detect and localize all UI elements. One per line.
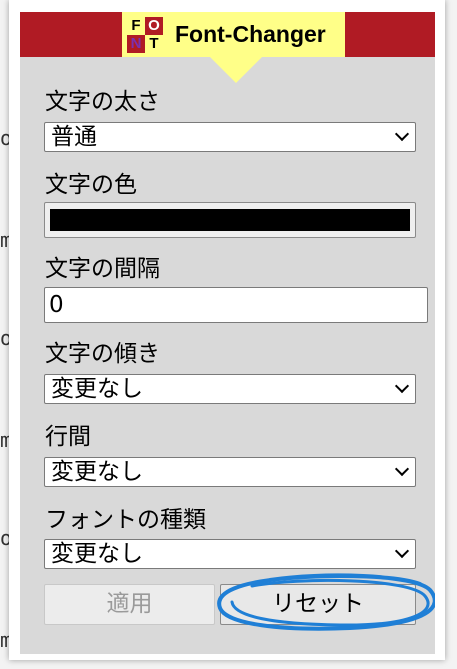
logo-letter: O <box>145 16 163 35</box>
slant-select-value: 変更なし <box>51 376 143 402</box>
slant-label: 文字の傾き <box>45 341 160 367</box>
color-label: 文字の色 <box>45 172 137 198</box>
spacing-label: 文字の間隔 <box>45 256 160 282</box>
weight-select[interactable]: 普通 <box>44 122 416 152</box>
chevron-down-icon <box>394 378 410 394</box>
font-logo-icon: F O N T <box>127 16 163 53</box>
weight-label: 文字の太さ <box>45 89 160 115</box>
font-family-label: フォントの種類 <box>45 507 206 533</box>
reset-button[interactable]: リセット <box>220 584 416 625</box>
color-picker[interactable] <box>44 202 416 238</box>
color-swatch <box>50 209 410 231</box>
title-banner: F O N T Font-Changer <box>122 12 345 57</box>
logo-letter: T <box>145 34 163 53</box>
chevron-down-icon <box>394 461 410 477</box>
settings-panel: F O N T Font-Changer 文字の太さ 普通 文字の色 文字の間隔… <box>20 12 435 654</box>
chevron-down-icon <box>394 543 410 559</box>
apply-button[interactable]: 適用 <box>44 584 215 625</box>
font-family-select-value: 変更なし <box>51 541 143 567</box>
line-height-select-value: 変更なし <box>51 459 143 485</box>
chevron-down-icon <box>394 126 410 142</box>
line-height-select[interactable]: 変更なし <box>44 457 416 487</box>
spacing-input[interactable]: 0 <box>44 287 428 323</box>
line-height-label: 行間 <box>45 424 91 450</box>
logo-letter: N <box>127 34 145 53</box>
weight-select-value: 普通 <box>51 124 97 150</box>
slant-select[interactable]: 変更なし <box>44 374 416 404</box>
logo-letter: F <box>127 16 145 35</box>
extension-popup: F O N T Font-Changer 文字の太さ 普通 文字の色 文字の間隔… <box>9 0 445 660</box>
app-title: Font-Changer <box>175 21 326 47</box>
title-pointer <box>210 57 262 83</box>
font-family-select[interactable]: 変更なし <box>44 539 416 569</box>
